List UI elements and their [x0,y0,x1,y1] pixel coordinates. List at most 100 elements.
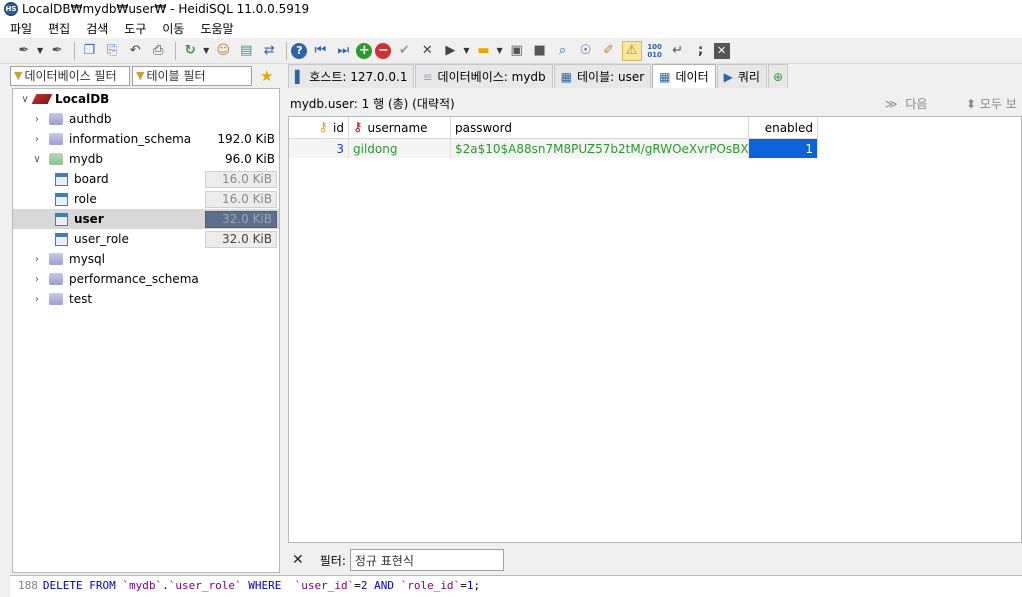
table-icon [55,172,68,186]
table-cell-password[interactable]: $2a$10$A88sn7M8PUZ57b2tM/gRWOeXvrPOsBXk.… [451,139,749,158]
last-record-icon[interactable]: ⏭ [333,41,353,61]
star-icon[interactable]: ★ [260,67,273,85]
toolbar-separator [175,41,177,60]
disconnect-icon[interactable]: ✒ [47,41,67,61]
chevron-down-icon[interactable]: ▼ [496,46,502,55]
menu-bar: 파일 편집 검색 도구 이동 도움말 [0,18,1022,38]
chevron-right-icon[interactable]: › [31,134,43,145]
undo-icon[interactable]: ↶ [125,41,145,61]
tree-node-authdb[interactable]: › authdb [13,109,279,129]
tree-node-size: 16.0 KiB [205,190,277,208]
next-button[interactable]: ≫ 다음 [885,95,927,112]
table-cell-enabled[interactable]: 1 [749,139,818,158]
table-filter-input[interactable]: ▼ 테이블 필터 [132,65,252,86]
tree-node-localdb[interactable]: ∨ LocalDB [13,89,279,109]
tree-node-information-schema[interactable]: › information_schema 192.0 KiB [13,129,279,149]
chevron-right-icon[interactable]: › [31,114,43,125]
first-record-icon[interactable]: ⏮ [310,41,330,61]
menu-edit[interactable]: 편집 [48,20,70,37]
menu-go[interactable]: 이동 [162,20,184,37]
show-all-button[interactable]: ⬍ 모두 보 [966,95,1017,112]
column-header-username[interactable]: ⚷ username [349,117,451,139]
regex-filter-input[interactable]: 정규 표현식 [349,549,504,571]
close-icon[interactable]: ✕ [292,552,304,568]
chevron-right-icon[interactable]: › [31,294,43,305]
chevron-down-icon[interactable]: ∨ [31,154,43,165]
import-icon[interactable]: ▤ [236,41,256,61]
sort-icon: ⬍ [966,97,977,111]
tree-node-mydb[interactable]: ∨ mydb 96.0 KiB [13,149,279,169]
data-grid: ⚷ id ⚷ username password enabled 3 gildo… [288,116,1022,543]
database-icon [49,133,63,145]
transfer-icon[interactable]: ⇄ [259,41,279,61]
sql-log[interactable]: 188 DELETE FROM `mydb`.`user_role` WHERE … [10,575,1022,597]
table-icon [55,212,68,226]
folder-icon[interactable]: ▬ [473,41,493,61]
cancel-icon[interactable]: ✕ [417,41,437,61]
new-query-tab-button[interactable]: ⊕ [767,64,789,88]
regex-filter-placeholder: 정규 표현식 [354,553,414,568]
tree-node-label: user_role [74,232,129,246]
post-icon[interactable]: ✔ [394,41,414,61]
save-icon[interactable]: ▣ [507,41,527,61]
replace-icon[interactable]: ☉ [576,41,596,61]
tree-node-label: authdb [69,112,112,126]
tree-filter-bar: ▼ 데이터베이스 필터 ▼ 테이블 필터 ★ [10,64,280,87]
warning-icon[interactable]: ⚠ [621,40,642,61]
help-icon[interactable]: ? [291,42,308,59]
plug-icon[interactable]: ✒ [14,41,34,61]
wrap-icon[interactable]: ↵ [668,41,688,61]
column-header-password[interactable]: password [451,117,749,139]
refresh-icon[interactable]: ↻ [180,41,200,61]
tree-node-role[interactable]: role 16.0 KiB [13,189,279,209]
database-icon [49,273,63,285]
menu-tools[interactable]: 도구 [124,20,146,37]
chevron-down-icon[interactable]: ∨ [19,94,31,105]
tab-data[interactable]: ▦ 데이터 [652,64,716,88]
tree-node-performance-schema[interactable]: › performance_schema [13,269,279,289]
database-filter-input[interactable]: ▼ 데이터베이스 필터 [10,65,130,86]
tree-node-board[interactable]: board 16.0 KiB [13,169,279,189]
chevron-down-icon[interactable]: ▼ [203,46,209,55]
copy-icon[interactable]: ❐ [79,41,99,61]
print-icon[interactable]: ⎙ [148,41,168,61]
data-grid-icon: ▦ [659,69,671,84]
database-icon [49,113,63,125]
add-row-icon[interactable]: + [356,42,373,59]
chevron-down-icon[interactable]: ▼ [463,46,469,55]
binary-icon[interactable]: 100 010 [645,41,665,61]
tab-query[interactable]: ▶ 쿼리 [716,64,767,88]
host-icon: ▌ [295,69,305,84]
host-icon [31,94,53,104]
table-cell-username[interactable]: gildong [349,139,451,158]
chevron-right-icon[interactable]: › [31,274,43,285]
chevron-down-icon[interactable]: ▼ [37,46,43,55]
chevron-right-icon[interactable]: › [31,254,43,265]
broom-icon[interactable]: ✐ [599,41,619,61]
tree-node-mysql[interactable]: › mysql [13,249,279,269]
column-header-id[interactable]: ⚷ id [289,117,349,139]
tree-node-label: test [69,292,93,306]
tab-host[interactable]: ▌ 호스트: 127.0.0.1 [288,64,415,88]
delete-row-icon[interactable]: − [375,42,392,59]
tab-database[interactable]: ≡ 데이터베이스: mydb [415,64,553,88]
run-icon[interactable]: ▶ [440,41,460,61]
table-cell-id[interactable]: 3 [289,139,349,158]
menu-file[interactable]: 파일 [10,20,32,37]
column-header-label: enabled [764,120,813,135]
semicolon-icon[interactable]: ; [691,41,711,61]
erase-icon[interactable]: ■ [530,41,550,61]
search-icon[interactable]: ⌕ [553,41,573,61]
sql-identifier: `role_id` [400,579,461,592]
tree-node-label: user [74,212,104,226]
tree-node-test[interactable]: › test [13,289,279,309]
user-manager-icon[interactable]: ☺ [213,41,233,61]
tab-table[interactable]: ▦ 테이블: user [553,64,652,88]
close-icon[interactable]: ✕ [713,42,730,59]
tree-node-user-role[interactable]: user_role 32.0 KiB [13,229,279,249]
menu-help[interactable]: 도움말 [200,20,233,37]
tree-node-user[interactable]: user 32.0 KiB [13,209,279,229]
column-header-enabled[interactable]: enabled [749,117,818,139]
menu-search[interactable]: 검색 [86,20,108,37]
paste-icon[interactable]: ⎘ [102,41,122,61]
